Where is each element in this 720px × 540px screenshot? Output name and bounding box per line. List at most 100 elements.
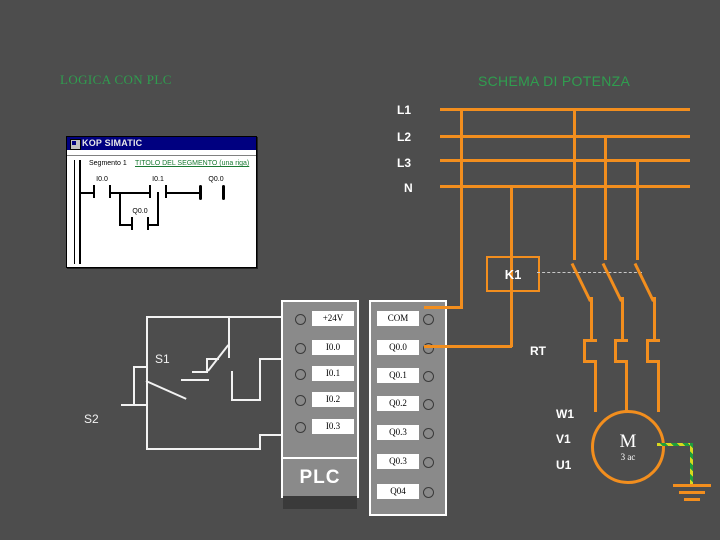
rt-element-3-out (657, 360, 660, 412)
terminal-label[interactable]: Q0.3 (377, 425, 419, 440)
coil-right-arc (222, 185, 225, 200)
terminal-label[interactable]: I0.3 (312, 419, 354, 434)
terminal-label[interactable]: Q0.2 (377, 396, 419, 411)
thermal-relay-label: RT (530, 344, 546, 358)
terminal-screw[interactable] (295, 314, 306, 325)
wire-bottom-return (146, 448, 261, 450)
plc-output-strip: COM Q0.0 Q0.1 Q0.2 Q0.3 Q0.3 Q04 (369, 300, 447, 516)
wire-s1-to-i00-up (259, 358, 261, 400)
plc-base (283, 496, 357, 509)
rail-n (440, 185, 690, 188)
rail-l3 (440, 159, 690, 162)
terminal-label[interactable]: I0.0 (312, 340, 354, 355)
motor-terminal-u1: U1 (556, 458, 572, 472)
wire-s1-feed (228, 316, 230, 358)
branch-wire-right (157, 192, 159, 226)
page-title-left: LOGICA CON PLC (60, 72, 172, 87)
contactor-blade-1 (570, 262, 592, 302)
switch-label-s2: S2 (84, 412, 99, 426)
terminal-label[interactable]: I0.1 (312, 366, 354, 381)
s1-output-right (231, 399, 261, 401)
pole-drop-l2 (604, 135, 607, 260)
branch-contact-left-bar (131, 217, 133, 230)
terminal-screw[interactable] (423, 428, 434, 439)
ladder-contact-label-2: I0.1 (152, 176, 164, 183)
terminal-label[interactable]: Q0.1 (377, 368, 419, 383)
terminal-screw[interactable] (295, 369, 306, 380)
rail-label-l2: L2 (397, 130, 412, 144)
rail-l2 (440, 135, 690, 138)
wire-to-i01 (259, 434, 281, 436)
terminal-screw[interactable] (295, 395, 306, 406)
wire-to-i00 (259, 358, 281, 360)
terminal-screw[interactable] (423, 457, 434, 468)
wire-24v-horizontal (146, 316, 294, 318)
motor-terminal-w1: W1 (556, 407, 574, 421)
contactor-blade-2 (601, 262, 623, 302)
terminal-label[interactable]: Q04 (377, 484, 419, 499)
window-title-bar[interactable]: KOP SIMATIC (67, 137, 256, 150)
k1-label: K1 (504, 266, 522, 282)
terminal-label[interactable]: I0.2 (312, 392, 354, 407)
branch-wire-left (119, 192, 121, 226)
simatic-ladder-window[interactable]: KOP SIMATIC Segmento 1 TITOLO DEL SEGMEN… (66, 136, 257, 268)
s2-actuator-link (133, 380, 135, 405)
rail-label-l3: L3 (397, 156, 412, 170)
rail-label-n: N (404, 181, 413, 195)
branch-contact-label: Q0.0 (132, 208, 148, 215)
ladder-coil-label: Q0.0 (208, 176, 224, 183)
terminal-screw[interactable] (423, 399, 434, 410)
wire-return-up (259, 434, 261, 450)
s2-actuator-bar (133, 366, 146, 368)
terminal-screw[interactable] (423, 371, 434, 382)
app-icon (70, 139, 81, 150)
s2-actuator-stem (133, 366, 135, 380)
terminal-screw[interactable] (295, 422, 306, 433)
contact-2-left-bar (149, 185, 151, 198)
ladder-editor-canvas[interactable]: Segmento 1 TITOLO DEL SEGMENTO (una riga… (67, 156, 256, 266)
terminal-label[interactable]: Q0.3 (377, 454, 419, 469)
rt-element-1-out (594, 360, 597, 412)
rail-label-l1: L1 (397, 103, 412, 117)
ladder-outer-rail (74, 160, 75, 264)
earth-wire-vertical (690, 443, 693, 485)
ladder-contact-label-1: I0.0 (96, 176, 108, 183)
feed-to-com-horizontal (424, 306, 463, 309)
terminal-label[interactable]: COM (377, 311, 419, 326)
rt-element-2-out (625, 360, 628, 412)
switch-label-s1: S1 (155, 352, 170, 366)
plc-input-strip: +24V I0.0 I0.1 I0.2 I0.3 (281, 300, 359, 459)
pole-drop-l3 (636, 159, 639, 260)
s2-moving-blade[interactable] (145, 380, 187, 400)
earth-symbol-bar-2 (679, 491, 705, 494)
pole-lower-3 (653, 297, 656, 340)
page-title-right: SCHEMA DI POTENZA (478, 73, 631, 89)
motor-terminal-v1: V1 (556, 432, 571, 446)
rung-wire (79, 192, 93, 194)
segment-title: TITOLO DEL SEGMENTO (una riga) (135, 160, 250, 167)
contact-1-left-bar (93, 185, 95, 198)
contactor-coil-k1: K1 (486, 256, 540, 292)
terminal-screw[interactable] (423, 314, 434, 325)
branch-rung (119, 224, 131, 226)
pole-lower-2 (621, 297, 624, 340)
motor-symbol: M 3 ac (591, 410, 665, 484)
coil-left-arc (199, 185, 202, 200)
window-title-text: KOP SIMATIC (82, 138, 143, 148)
terminal-screw[interactable] (295, 343, 306, 354)
mechanical-link-dashed (537, 272, 642, 273)
terminal-screw[interactable] (423, 487, 434, 498)
pole-drop-l1 (573, 108, 576, 260)
terminal-label[interactable]: +24V (312, 311, 354, 326)
motor-type: 3 ac (620, 451, 636, 462)
s2-fixed-contact (181, 379, 209, 381)
s1-output-down (231, 371, 233, 401)
segment-label: Segmento 1 (89, 160, 127, 167)
q00-to-k1-horizontal (424, 345, 512, 348)
contactor-blade-3 (633, 262, 655, 302)
branch-rung (149, 224, 159, 226)
earth-symbol-bar-3 (684, 498, 700, 501)
terminal-label[interactable]: Q0.0 (377, 340, 419, 355)
plc-text: PLC (299, 466, 341, 488)
rail-l1 (440, 108, 690, 111)
